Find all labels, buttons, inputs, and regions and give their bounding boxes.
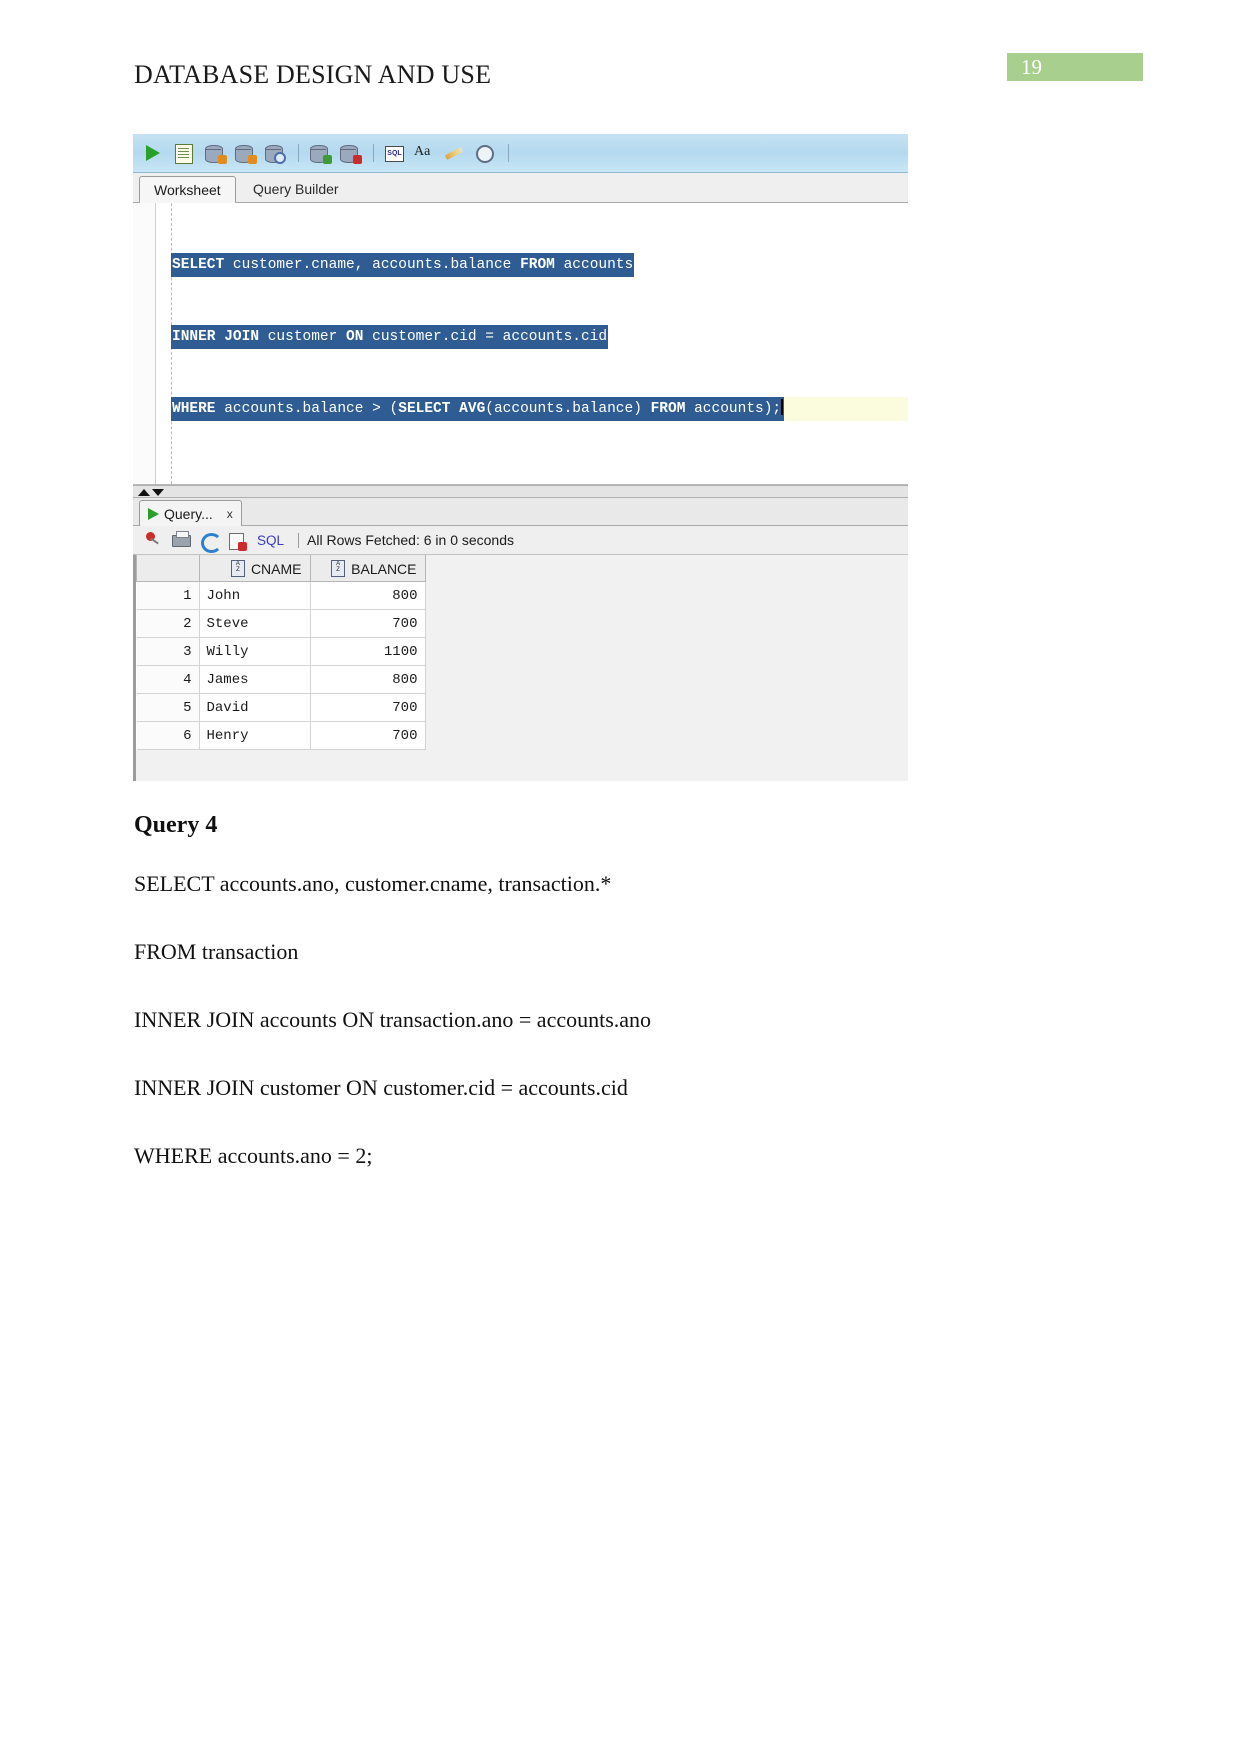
run-script-icon[interactable] xyxy=(171,141,197,165)
table-row[interactable]: 4 James 800 xyxy=(136,665,426,694)
worksheet-toolbar: SQL Aa xyxy=(133,134,908,173)
row-number: 2 xyxy=(136,609,200,638)
results-grid[interactable]: A Z CNAME A Z BALANCE 1 John 800 2 Steve 700 xyxy=(133,555,908,781)
column-header-cname-label: CNAME xyxy=(250,560,302,577)
sort-az-icon: AZ xyxy=(230,559,245,577)
refresh-icon[interactable] xyxy=(197,530,222,553)
document-header: DATABASE DESIGN AND USE 19 xyxy=(134,53,1143,100)
query-line-5: WHERE accounts.ano = 2; xyxy=(134,1143,373,1168)
cell-cname[interactable]: David xyxy=(198,693,311,722)
run-statement-icon[interactable] xyxy=(141,141,167,165)
results-table-body: 1 John 800 2 Steve 700 3 Willy 1100 4 Ja… xyxy=(136,581,426,750)
toolbar-separator xyxy=(298,144,299,162)
clear-worksheet-icon[interactable] xyxy=(441,141,467,165)
cell-balance[interactable]: 700 xyxy=(309,609,426,638)
sql-editor[interactable]: SELECT customer.cname, accounts.balance … xyxy=(133,203,908,485)
detach-icon[interactable] xyxy=(225,530,249,551)
query-heading: Query 4 xyxy=(134,812,218,838)
worksheet-tabstrip: Worksheet Query Builder xyxy=(133,173,908,203)
row-number: 5 xyxy=(136,693,200,722)
query-history-icon[interactable] xyxy=(471,141,497,165)
editor-results-splitter[interactable] xyxy=(133,485,908,498)
results-tab-label: Query... xyxy=(164,505,213,522)
toolbar-separator xyxy=(508,144,509,162)
results-table: A Z CNAME A Z BALANCE 1 John 800 2 Steve 700 xyxy=(136,555,426,750)
unshared-sql-worksheet-icon[interactable]: SQL xyxy=(381,141,407,165)
results-toolbar: SQL All Rows Fetched: 6 in 0 seconds xyxy=(133,526,908,555)
autotrace-icon[interactable] xyxy=(231,141,257,165)
table-header-row: A Z CNAME A Z BALANCE xyxy=(136,555,426,582)
code-line: INNER JOIN customer ON customer.cid = ac… xyxy=(171,325,908,349)
query-line-2: FROM transaction xyxy=(134,939,299,964)
cell-cname[interactable]: Steve xyxy=(198,609,311,638)
cell-balance[interactable]: 700 xyxy=(309,693,426,722)
pin-icon[interactable] xyxy=(141,530,165,550)
rollback-icon[interactable] xyxy=(336,141,362,165)
editor-code-folding-margin xyxy=(156,203,172,484)
sort-az-icon: AZ xyxy=(331,559,346,577)
table-row[interactable]: 6 Henry 700 xyxy=(136,721,426,750)
row-number: 6 xyxy=(136,721,200,750)
table-row[interactable]: 2 Steve 700 xyxy=(136,609,426,638)
tab-worksheet[interactable]: Worksheet xyxy=(139,176,236,203)
results-tabstrip: Query... x xyxy=(133,498,908,526)
play-icon xyxy=(148,507,159,520)
table-row[interactable]: 3 Willy 1100 xyxy=(136,637,426,666)
column-header-balance[interactable]: A Z BALANCE xyxy=(309,555,426,582)
cell-cname[interactable]: John xyxy=(198,581,311,610)
commit-icon[interactable] xyxy=(306,141,332,165)
cell-balance[interactable]: 800 xyxy=(309,665,426,694)
cell-balance[interactable]: 700 xyxy=(309,721,426,750)
cell-cname[interactable]: Willy xyxy=(198,637,311,666)
splitter-up-icon[interactable] xyxy=(138,489,150,496)
page-title: DATABASE DESIGN AND USE xyxy=(134,60,492,89)
print-icon[interactable] xyxy=(169,530,193,550)
cell-balance[interactable]: 1100 xyxy=(309,637,426,666)
table-row[interactable]: 1 John 800 xyxy=(136,581,426,610)
grid-corner-cell[interactable] xyxy=(136,555,200,582)
editor-gutter xyxy=(133,203,156,484)
format-text-icon[interactable]: Aa xyxy=(411,141,437,165)
query-line-4: INNER JOIN customer ON customer.cid = ac… xyxy=(134,1075,628,1100)
splitter-down-icon[interactable] xyxy=(152,489,164,496)
row-number: 3 xyxy=(136,637,200,666)
column-header-cname[interactable]: A Z CNAME xyxy=(198,555,311,582)
cell-balance[interactable]: 800 xyxy=(309,581,426,610)
tab-query-builder[interactable]: Query Builder xyxy=(239,176,353,203)
explain-plan-icon[interactable] xyxy=(201,141,227,165)
tab-query-result[interactable]: Query... x xyxy=(139,500,242,526)
sql-code[interactable]: SELECT customer.cname, accounts.balance … xyxy=(171,205,908,469)
code-line-3: WHERE accounts.balance > (SELECT AVG(acc… xyxy=(171,397,785,421)
code-line-2: INNER JOIN customer ON customer.cid = ac… xyxy=(171,325,609,349)
toolbar-separator xyxy=(373,144,374,162)
toolbar-separator xyxy=(298,532,300,548)
page-number-badge: 19 xyxy=(1007,53,1143,81)
cell-cname[interactable]: James xyxy=(198,665,311,694)
cell-cname[interactable]: Henry xyxy=(198,721,311,750)
query-line-3: INNER JOIN accounts ON transaction.ano =… xyxy=(134,1007,652,1032)
table-row[interactable]: 5 David 700 xyxy=(136,693,426,722)
row-number: 1 xyxy=(136,581,200,610)
sql-developer-screenshot: SQL Aa Worksheet Query Builder SELECT cu… xyxy=(133,134,908,781)
sql-tuning-advisor-icon[interactable] xyxy=(261,141,287,165)
code-line: SELECT customer.cname, accounts.balance … xyxy=(171,253,908,277)
column-header-balance-label: BALANCE xyxy=(351,560,417,577)
code-line: WHERE accounts.balance > (SELECT AVG(acc… xyxy=(171,397,908,421)
row-number: 4 xyxy=(136,665,200,694)
query-line-1: SELECT accounts.ano, customer.cname, tra… xyxy=(134,871,612,896)
fetch-status: All Rows Fetched: 6 in 0 seconds xyxy=(307,532,515,548)
sql-link[interactable]: SQL xyxy=(257,533,284,548)
body-text-block: Query 4 SELECT accounts.ano, customer.cn… xyxy=(134,812,1094,1211)
code-line-1: SELECT customer.cname, accounts.balance … xyxy=(171,253,635,277)
close-icon[interactable]: x xyxy=(227,507,233,521)
